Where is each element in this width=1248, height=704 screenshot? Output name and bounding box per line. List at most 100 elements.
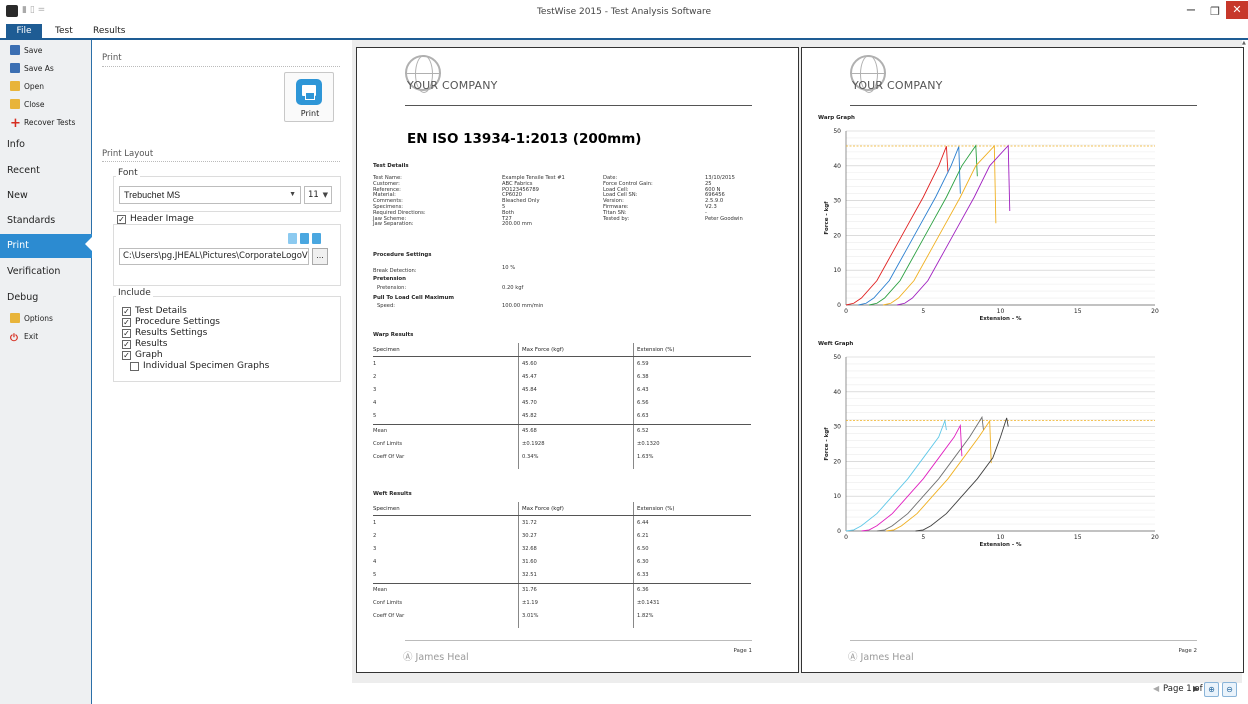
browse-button[interactable]: ...: [312, 248, 328, 265]
recover-tests-command[interactable]: + Recover Tests: [10, 115, 75, 131]
open-label: Open: [24, 82, 45, 91]
open-command[interactable]: Open: [10, 79, 44, 95]
table-cell: 6.59: [637, 360, 649, 367]
x-tick-label: 5: [921, 308, 925, 315]
zoom-in-button[interactable]: ⊕: [1204, 682, 1219, 697]
close-command[interactable]: Close: [10, 97, 44, 113]
x-tick-label: 0: [844, 534, 848, 541]
table-cell: 5: [373, 412, 377, 419]
table-cell: ±0.1431: [637, 599, 660, 606]
page-number: Page 1: [733, 648, 752, 654]
series-line-3: [869, 144, 978, 306]
prev-page-arrow[interactable]: ◀: [1153, 684, 1159, 693]
tab-results[interactable]: Results: [93, 24, 126, 38]
zoom-out-button[interactable]: ⊖: [1222, 682, 1237, 697]
font-size-dropdown[interactable]: 11 ▼: [304, 186, 332, 204]
print-layout-title: Print Layout: [102, 149, 154, 159]
y-tick-label: 0: [837, 302, 841, 309]
sidebar-item-recent[interactable]: Recent: [0, 159, 92, 183]
results-settings-checkbox[interactable]: ✓: [122, 329, 131, 338]
table-header: Max Force (kgf): [522, 506, 564, 512]
save-as-command[interactable]: Save As: [10, 61, 54, 77]
individual-specimen-graphs-checkbox[interactable]: [130, 362, 139, 371]
x-tick-label: 10: [997, 308, 1005, 315]
individual-specimen-graphs-label: Individual Specimen Graphs: [143, 361, 270, 371]
table-cell: 1: [373, 360, 377, 367]
save-label: Save: [24, 46, 43, 55]
header-rule: [405, 105, 752, 106]
y-tick-label: 40: [833, 389, 841, 396]
tab-file[interactable]: File: [6, 24, 42, 38]
footer-rule: [850, 640, 1197, 641]
options-command[interactable]: Options: [10, 311, 53, 327]
tab-test[interactable]: Test: [55, 24, 73, 38]
pretension-value: 0.20 kgf: [502, 285, 524, 291]
test-details-checkbox[interactable]: ✓: [122, 307, 131, 316]
maximize-button[interactable]: ❐: [1204, 3, 1226, 21]
table-cell: Coeff Of Var: [373, 612, 405, 619]
table-cell: 45.68: [522, 427, 537, 434]
chevron-down-icon: ▼: [289, 191, 296, 198]
backstage-sidebar: Save Save As Open Close + Recover Tests I…: [0, 40, 92, 704]
procedure-settings-checkbox[interactable]: ✓: [122, 318, 131, 327]
x-tick-label: 20: [1151, 308, 1159, 315]
print-button[interactable]: Print: [284, 72, 334, 122]
next-page-arrow[interactable]: ▶: [1193, 684, 1199, 693]
sidebar-item-verification[interactable]: Verification: [0, 260, 92, 284]
table-rule: [373, 356, 751, 357]
table-cell: 4: [373, 558, 377, 565]
table-cell: Coeff Of Var: [373, 453, 405, 460]
header-image-checkbox[interactable]: ✓: [117, 215, 126, 224]
table-rule: [373, 582, 751, 584]
y-tick-label: 40: [833, 163, 841, 170]
page-number: Page 2: [1178, 648, 1197, 654]
exit-command[interactable]: ⏻ Exit: [10, 329, 38, 345]
sidebar-item-info[interactable]: Info: [0, 133, 92, 157]
break-detection-value: 10 %: [502, 265, 516, 271]
footer-rule: [405, 640, 752, 641]
align-right-icon[interactable]: [312, 233, 321, 244]
table-header: Max Force (kgf): [522, 347, 564, 353]
detail-value: Peter Goodwin: [705, 215, 743, 222]
open-folder-icon: [10, 81, 20, 91]
include-group-title: Include: [116, 288, 153, 298]
sidebar-item-print[interactable]: Print: [0, 234, 92, 258]
speed-label: Speed:: [377, 303, 396, 309]
sidebar-item-standards[interactable]: Standards: [0, 209, 92, 233]
font-size-value: 11: [308, 190, 319, 200]
minimize-button[interactable]: −: [1180, 3, 1202, 21]
header-image-path-input[interactable]: C:\Users\pg.JHEAL\Pictures\CorporateLogo…: [119, 248, 309, 265]
company-name: YOUR COMPANY: [852, 79, 943, 92]
sidebar-item-new[interactable]: New: [0, 184, 92, 208]
table-cell: 3: [373, 386, 377, 393]
results-label: Results: [135, 339, 168, 349]
print-preview[interactable]: YOUR COMPANY EN ISO 13934-1:2013 (200mm)…: [352, 40, 1244, 683]
report-title: EN ISO 13934-1:2013 (200mm): [407, 131, 642, 147]
align-center-icon[interactable]: [300, 233, 309, 244]
chart-title: Weft Graph: [818, 341, 853, 347]
results-checkbox[interactable]: ✓: [122, 340, 131, 349]
x-tick-label: 20: [1151, 534, 1159, 541]
sidebar-item-debug[interactable]: Debug: [0, 286, 92, 310]
table-cell: 5: [373, 571, 377, 578]
y-tick-label: 10: [833, 267, 841, 274]
scroll-up-arrow[interactable]: ▲: [1242, 40, 1248, 50]
table-cell: ±0.1928: [522, 440, 545, 447]
x-tick-label: 15: [1074, 308, 1082, 315]
exit-label: Exit: [24, 332, 39, 341]
print-section-title: Print: [102, 53, 122, 63]
table-cell: 6.33: [637, 571, 649, 578]
table-cell: 32.51: [522, 571, 537, 578]
save-command[interactable]: Save: [10, 43, 42, 59]
table-cell: 0.34%: [522, 453, 539, 460]
table-cell: 45.47: [522, 373, 537, 380]
pretension-title: Pretension: [373, 276, 406, 282]
table-header: Extension (%): [637, 347, 675, 353]
table-cell: 6.52: [637, 427, 649, 434]
font-family-dropdown[interactable]: Trebuchet MS ▼: [119, 186, 301, 204]
table-cell: 6.63: [637, 412, 649, 419]
close-window-button[interactable]: ✕: [1226, 1, 1248, 19]
weft-results-title: Weft Results: [373, 491, 412, 497]
align-left-icon[interactable]: [288, 233, 297, 244]
graph-checkbox[interactable]: ✓: [122, 351, 131, 360]
